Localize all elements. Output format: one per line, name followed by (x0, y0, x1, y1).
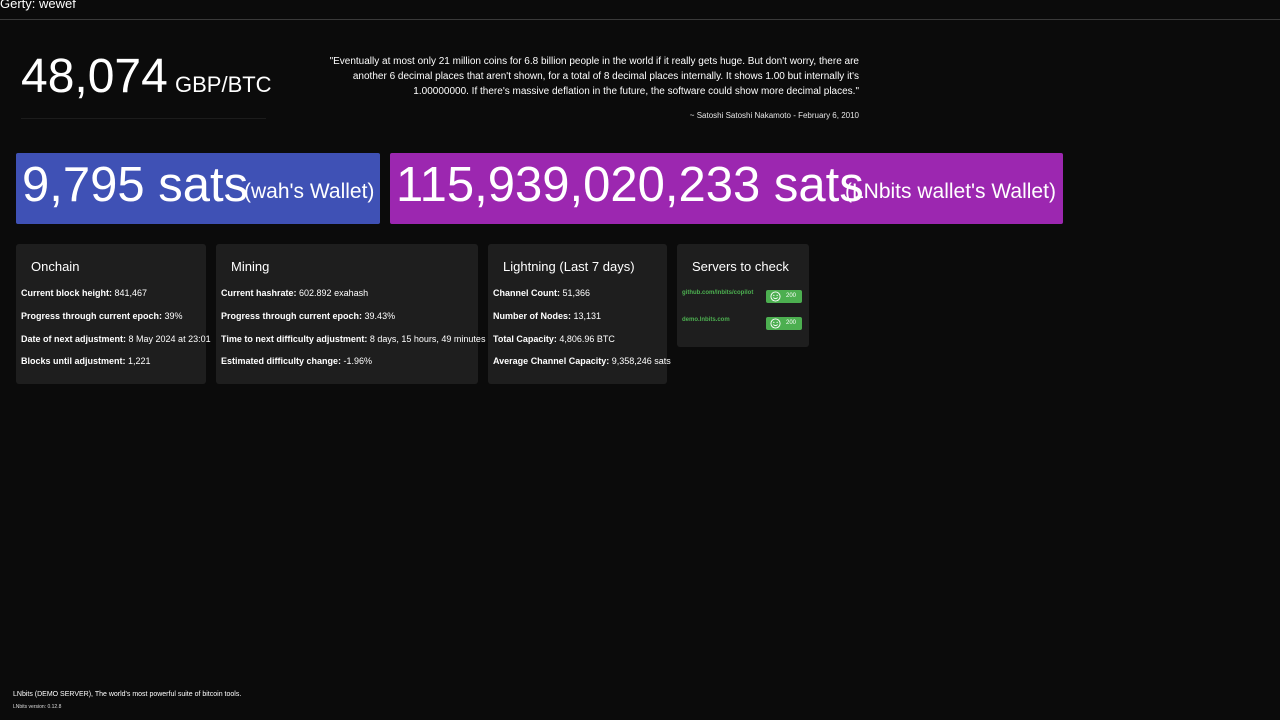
wallet-balance: 9,795 sats (22, 158, 249, 212)
stat-row: Progress through current epoch: 39% (21, 310, 183, 322)
card-title: Onchain (31, 259, 80, 274)
status-badge: 200 (766, 317, 802, 330)
page-title: Gerty: wewef (0, 0, 76, 11)
wallet-name: (wah's Wallet) (244, 180, 375, 203)
stat-value: 4,806.96 BTC (559, 334, 615, 344)
card-title: Mining (231, 259, 270, 274)
top-bar: Gerty: wewef (0, 0, 1280, 20)
smile-icon (770, 291, 781, 302)
stat-value: 8 days, 15 hours, 49 minutes (369, 334, 486, 344)
stat-label: Time to next difficulty adjustment: (221, 334, 368, 344)
stat-row: Average Channel Capacity: 9,358,246 sats (493, 355, 671, 367)
stat-label: Total Capacity: (493, 334, 557, 344)
stat-value: 8 May 2024 at 23:01 (128, 334, 211, 344)
stat-value: 841,467 (114, 288, 148, 298)
stat-label: Average Channel Capacity: (493, 356, 610, 366)
wallet-balance: 115,939,020,233 sats (396, 158, 864, 212)
stat-label: Channel Count: (493, 288, 560, 298)
stat-value: 602.892 exahash (299, 288, 369, 298)
footer-tagline: LNbits (DEMO SERVER), The world's most p… (13, 691, 242, 698)
stat-row: Current hashrate: 602.892 exahash (221, 287, 368, 299)
stat-label: Blocks until adjustment: (21, 356, 126, 366)
stat-row: Date of next adjustment: 8 May 2024 at 2… (21, 333, 211, 345)
stat-value: -1.96% (343, 356, 373, 366)
stat-row: Blocks until adjustment: 1,221 (21, 355, 151, 367)
stat-row: Number of Nodes: 13,131 (493, 310, 601, 322)
status-code: 200 (786, 320, 797, 326)
stat-value: 9,358,246 sats (611, 356, 671, 366)
stat-value: 51,366 (562, 288, 591, 298)
price-display: 48,074 GBP/BTC (21, 48, 272, 119)
status-code: 200 (786, 293, 797, 299)
server-url[interactable]: github.com/lnbits/copilot (682, 289, 753, 297)
status-badge: 200 (766, 290, 802, 303)
wallet-name: (LNbits wallet's Wallet) (845, 180, 1056, 203)
stat-label: Progress through current epoch: (221, 311, 363, 321)
wallet-card-wah: 9,795 sats (wah's Wallet) (16, 153, 380, 224)
card-title: Servers to check (692, 259, 789, 274)
servers-card: Servers to check github.com/lnbits/copil… (677, 244, 809, 347)
stat-label: Number of Nodes: (493, 311, 572, 321)
stat-row: Time to next difficulty adjustment: 8 da… (221, 333, 485, 345)
quote-author: ~ Satoshi Satoshi Nakamoto - February 6,… (689, 111, 859, 120)
stat-row: Estimated difficulty change: -1.96% (221, 355, 372, 367)
stat-row: Current block height: 841,467 (21, 287, 147, 299)
stat-row: Total Capacity: 4,806.96 BTC (493, 333, 615, 345)
mining-card: Mining Current hashrate: 602.892 exahash… (216, 244, 485, 384)
stat-value: 13,131 (573, 311, 602, 321)
price-value: 48,074 (21, 50, 168, 103)
onchain-card: Onchain Current block height: 841,467 Pr… (16, 244, 211, 384)
price-unit: GBP/BTC (175, 72, 272, 97)
stat-value: 39.43% (364, 311, 396, 321)
server-url[interactable]: demo.lnbits.com (682, 316, 730, 324)
footer-version: LNbits version: 0.12.8 (13, 704, 62, 710)
stat-value: 1,221 (128, 356, 151, 366)
stat-label: Current block height: (21, 288, 113, 298)
card-title: Lightning (Last 7 days) (503, 259, 635, 274)
wallet-card-lnbits: 115,939,020,233 sats (LNbits wallet's Wa… (390, 153, 1063, 224)
satoshi-quote: "Eventually at most only 21 million coin… (329, 56, 859, 97)
stat-label: Estimated difficulty change: (221, 356, 342, 366)
stat-label: Current hashrate: (221, 288, 297, 298)
stat-row: Channel Count: 51,366 (493, 287, 590, 299)
smile-icon (770, 318, 781, 329)
stat-label: Progress through current epoch: (21, 311, 163, 321)
stat-value: 39% (164, 311, 183, 321)
lightning-card: Lightning (Last 7 days) Channel Count: 5… (488, 244, 671, 384)
stat-label: Date of next adjustment: (21, 334, 127, 344)
stat-row: Progress through current epoch: 39.43% (221, 310, 395, 322)
